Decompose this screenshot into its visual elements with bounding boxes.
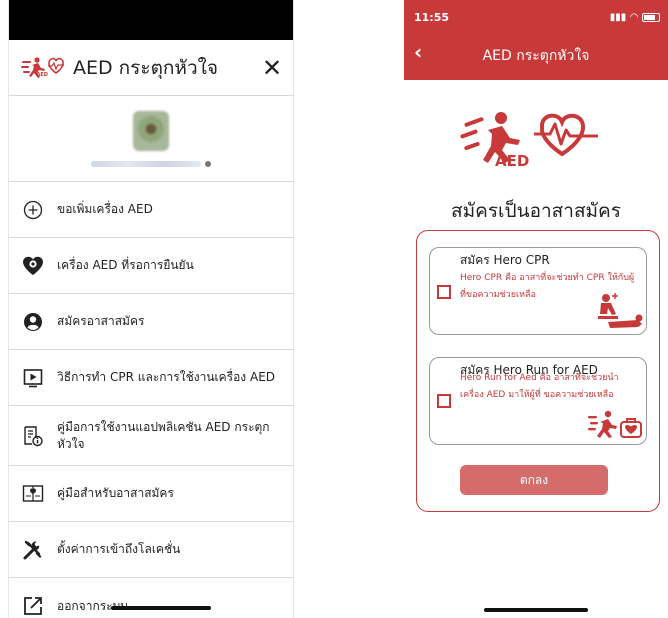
- home-indicator: [111, 606, 211, 610]
- menu-item-register-volunteer[interactable]: สมัครอาสาสมัคร: [9, 294, 293, 350]
- menu-item-cpr-video[interactable]: วิธีการทำ CPR และการใช้งานเครื่อง AED: [9, 350, 293, 406]
- drawer-title: AED กระตุกหัวใจ: [73, 56, 219, 79]
- status-bar: [9, 0, 293, 40]
- signal-icon: ▮▮▮: [609, 11, 627, 23]
- avatar: [133, 110, 169, 151]
- plus-circle-icon: [21, 198, 45, 222]
- menu-label: คู่มือการใช้งานแอปพลิเคชัน AED กระตุกหัว…: [57, 419, 270, 451]
- status-time: 11:55: [414, 10, 450, 24]
- hero-cpr-checkbox[interactable]: [437, 285, 451, 299]
- page-heading: สมัครเป็นอาสาสมัคร: [451, 200, 621, 222]
- ok-button[interactable]: ตกลง: [460, 465, 608, 495]
- aed-logo: AED: [460, 112, 598, 170]
- menu-label: สมัครอาสาสมัคร: [57, 314, 145, 328]
- status-icons: ▮▮▮ ◠: [610, 12, 660, 23]
- volunteer-book-icon: [21, 482, 45, 506]
- status-bar: 11:55 ▮▮▮ ◠: [414, 6, 660, 28]
- home-indicator: [484, 608, 588, 612]
- volunteer-screen: 11:55 ▮▮▮ ◠ ‹ AED กระตุกหัวใจ AED สมัครเ…: [404, 0, 668, 618]
- aed-logo-text: AED: [495, 152, 529, 170]
- cpr-icon: [598, 293, 643, 328]
- option-card-hero-cpr[interactable]: สมัคร Hero CPR Hero CPR คือ อาสาที่จะช่ว…: [429, 247, 647, 335]
- option-description: Hero Run for Aed คือ อาสาที่จะช่วยนำเครื…: [460, 373, 619, 400]
- hero-run-checkbox[interactable]: [437, 394, 451, 408]
- menu-item-volunteer-manual[interactable]: คู่มือสำหรับอาสาสมัคร: [9, 466, 293, 522]
- menu-label: ตั้งค่าการเข้าถึงโลเคชั่น: [57, 542, 181, 556]
- option-card-hero-run[interactable]: สมัคร Hero Run for AED Hero Run for Aed …: [429, 357, 647, 445]
- wifi-icon: ◠: [630, 11, 638, 23]
- menu-label: ขอเพิ่มเครื่อง AED: [57, 202, 153, 216]
- menu-label: เครื่อง AED ที่รอการยืนยัน: [57, 258, 194, 272]
- heart-pin-icon: [21, 254, 45, 278]
- video-play-icon: [21, 366, 45, 390]
- option-title: สมัคร Hero CPR: [460, 253, 550, 267]
- menu-item-app-manual[interactable]: คู่มือการใช้งานแอปพลิเคชัน AED กระตุกหัว…: [9, 406, 293, 466]
- battery-icon: [642, 12, 660, 22]
- close-icon[interactable]: ✕: [261, 54, 283, 82]
- tools-icon: [21, 538, 45, 562]
- aed-logo-icon: AED: [21, 56, 64, 78]
- menu-item-request-aed[interactable]: ขอเพิ่มเครื่อง AED: [9, 182, 293, 238]
- nav-bar: 11:55 ▮▮▮ ◠ ‹ AED กระตุกหัวใจ: [404, 0, 668, 80]
- manual-info-icon: [21, 424, 45, 448]
- profile-name-blurred: [91, 160, 201, 167]
- user-circle-icon: [21, 310, 45, 334]
- verified-icon: [205, 160, 211, 167]
- logout-icon: [21, 594, 45, 618]
- svg-text:AED: AED: [37, 72, 48, 78]
- menu-item-location-settings[interactable]: ตั้งค่าการเข้าถึงโลเคชั่น: [9, 522, 293, 578]
- user-profile: [9, 96, 293, 182]
- menu-item-pending-aed[interactable]: เครื่อง AED ที่รอการยืนยัน: [9, 238, 293, 294]
- menu-label: วิธีการทำ CPR และการใช้งานเครื่อง AED: [57, 370, 276, 384]
- menu-label: คู่มือสำหรับอาสาสมัคร: [57, 486, 174, 500]
- side-drawer: AED AED กระตุกหัวใจ ✕ ขอเพิ่มเครื่อง AED…: [8, 0, 294, 618]
- drawer-header: AED AED กระตุกหัวใจ ✕: [9, 40, 293, 96]
- nav-title: AED กระตุกหัวใจ: [482, 48, 590, 64]
- menu-item-logout[interactable]: ออกจากระบบ: [9, 578, 293, 618]
- runner-aed-icon: [588, 410, 642, 438]
- volunteer-options-panel: สมัคร Hero CPR Hero CPR คือ อาสาที่จะช่ว…: [416, 230, 660, 512]
